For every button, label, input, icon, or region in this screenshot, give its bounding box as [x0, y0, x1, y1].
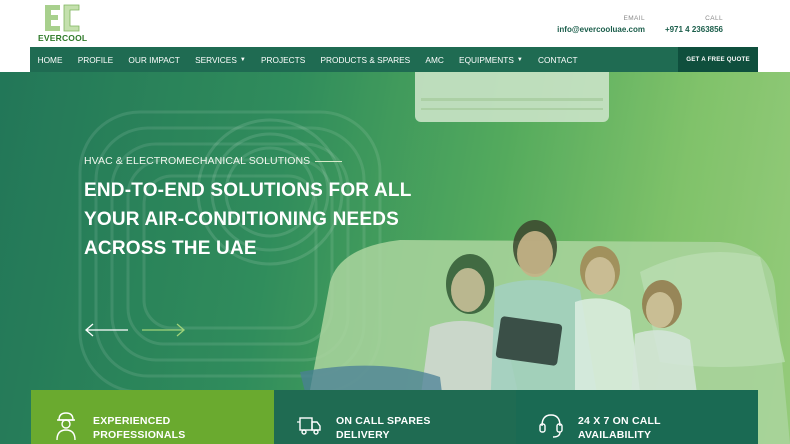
feature-line: EXPERIENCED	[93, 415, 171, 427]
phone-link[interactable]: +971 4 2363856	[660, 25, 723, 34]
feature-line: AVAILABILITY	[578, 429, 652, 441]
feature-tile-text: ON CALL SPARES DELIVERY	[336, 414, 431, 442]
nav-item-label: PROJECTS	[261, 54, 306, 65]
phone-contact[interactable]: CALL +971 4 2363856	[660, 15, 723, 34]
headline-line: ACROSS THE UAE	[84, 238, 257, 259]
nav-item-label: SERVICES	[195, 54, 237, 65]
chevron-down-icon: ▼	[239, 56, 246, 63]
nav-item-label: PRODUCTS & SPARES	[320, 54, 411, 65]
nav-item-label: OUR IMPACT	[128, 54, 180, 65]
nav-item-label: PROFILE	[77, 54, 114, 65]
nav-item-products-spares[interactable]: PRODUCTS & SPARES	[313, 55, 418, 65]
feature-tile-experienced-professionals: EXPERIENCED PROFESSIONALS	[31, 390, 274, 444]
delivery-truck-icon	[297, 417, 321, 435]
headline-line: YOUR AIR-CONDITIONING NEEDS	[84, 209, 400, 230]
feature-tile-text: 24 X 7 ON CALL AVAILABILITY	[578, 414, 661, 442]
site-header: EVERCOOL EMAIL info@evercooluae.com CALL…	[30, 0, 758, 47]
feature-tile-24x7-availability: 24 X 7 ON CALL AVAILABILITY	[516, 390, 758, 444]
nav-item-label: HOME	[37, 54, 63, 65]
hero-banner: HVAC & ELECTROMECHANICAL SOLUTIONS END-T…	[0, 72, 790, 444]
slider-next-arrow-icon[interactable]	[140, 323, 186, 337]
nav-item-label: EQUIPMENTS	[459, 54, 514, 65]
eyebrow-divider	[315, 160, 343, 162]
feature-line: ON CALL SPARES	[336, 415, 431, 427]
call-label: CALL	[705, 15, 723, 22]
feature-line: PROFESSIONALS	[93, 429, 186, 441]
main-navigation: HOME PROFILE OUR IMPACT SERVICES ▼ PROJEC…	[30, 47, 758, 72]
headline-line: END-TO-END SOLUTIONS FOR ALL	[84, 180, 412, 201]
get-free-quote-button[interactable]: GET A FREE QUOTE	[678, 47, 758, 72]
feature-line: DELIVERY	[336, 429, 390, 441]
nav-item-amc[interactable]: AMC	[418, 55, 452, 65]
email-link[interactable]: info@evercooluae.com	[555, 25, 645, 34]
nav-item-equipments[interactable]: EQUIPMENTS ▼	[451, 55, 530, 65]
headset-icon	[539, 414, 563, 438]
evercool-logo[interactable]: EVERCOOL	[38, 3, 88, 43]
nav-item-label: AMC	[425, 54, 444, 65]
feature-line: 24 X 7 ON CALL	[578, 415, 661, 427]
nav-item-projects[interactable]: PROJECTS	[253, 55, 312, 65]
feature-tile-text: EXPERIENCED PROFESSIONALS	[93, 414, 185, 442]
nav-menu: HOME PROFILE OUR IMPACT SERVICES ▼ PROJEC…	[30, 47, 585, 72]
nav-item-label: CONTACT	[538, 54, 578, 65]
nav-item-our-impact[interactable]: OUR IMPACT	[121, 55, 188, 65]
ec-monogram-icon	[43, 3, 81, 33]
logo-wordmark: EVERCOOL	[38, 33, 88, 43]
hero-eyebrow: HVAC & ELECTROMECHANICAL SOLUTIONS	[84, 155, 343, 167]
chevron-down-icon: ▼	[516, 56, 523, 63]
feature-tile-on-call-spares: ON CALL SPARES DELIVERY	[274, 390, 517, 444]
nav-item-contact[interactable]: CONTACT	[530, 55, 585, 65]
email-contact[interactable]: EMAIL info@evercooluae.com	[555, 15, 645, 34]
hero-eyebrow-text: HVAC & ELECTROMECHANICAL SOLUTIONS	[84, 155, 311, 167]
hero-headline: END-TO-END SOLUTIONS FOR ALL YOUR AIR-CO…	[84, 176, 444, 263]
technician-icon	[56, 412, 76, 440]
nav-item-services[interactable]: SERVICES ▼	[187, 55, 253, 65]
email-label: EMAIL	[623, 15, 645, 22]
slider-prev-arrow-icon[interactable]	[84, 323, 130, 337]
nav-item-profile[interactable]: PROFILE	[70, 55, 121, 65]
nav-item-home[interactable]: HOME	[30, 55, 70, 65]
